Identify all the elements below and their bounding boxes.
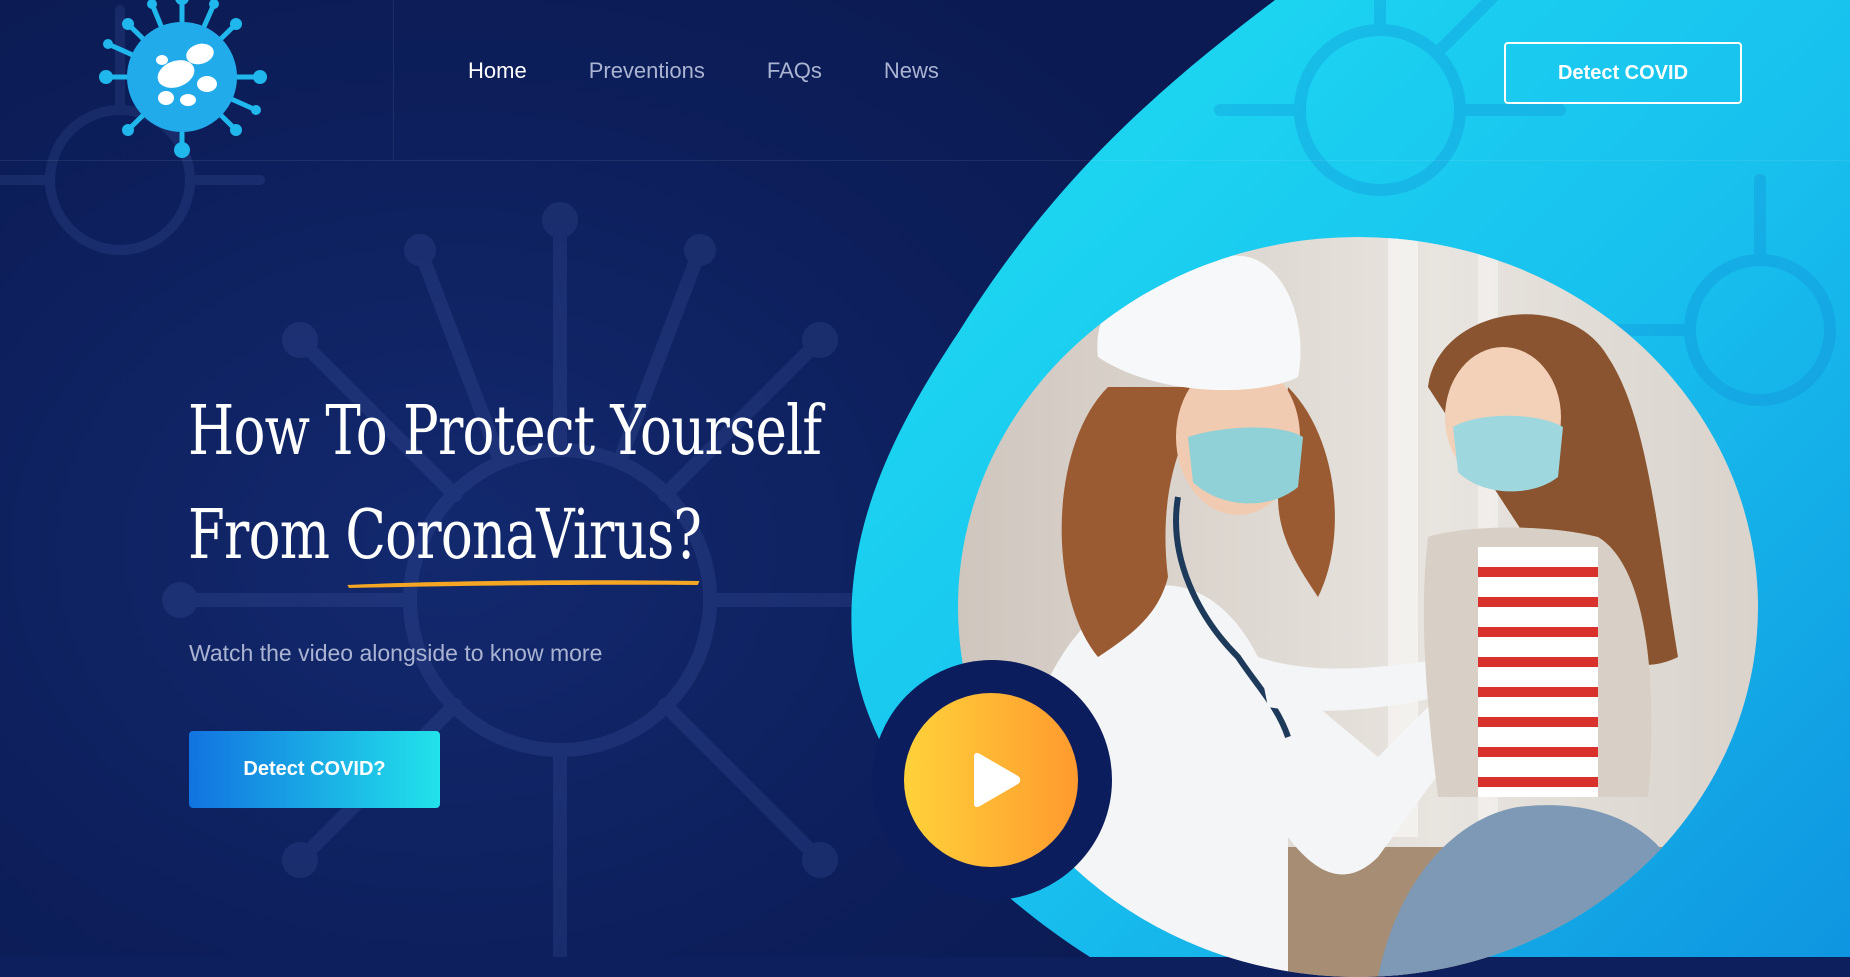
play-icon <box>974 752 1021 808</box>
hero-title-prefix: From <box>188 496 346 575</box>
main-nav: Home Preventions FAQs News <box>468 58 939 84</box>
coronavirus-logo-icon[interactable] <box>92 0 272 162</box>
nav-item-news[interactable]: News <box>884 58 939 84</box>
detect-covid-header-button[interactable]: Detect COVID <box>1504 42 1742 104</box>
brush-underline <box>347 580 700 588</box>
play-video-button[interactable] <box>904 693 1078 867</box>
hero-title: How To Protect Yourself From CoronaVirus… <box>188 380 822 588</box>
hero-title-highlight-text: CoronaVirus? <box>345 496 702 575</box>
hero-photo <box>958 237 1758 977</box>
doctor-child-illustration <box>958 237 1758 977</box>
site-header: Home Preventions FAQs News Detect COVID <box>0 0 1850 161</box>
nav-item-faqs[interactable]: FAQs <box>767 58 822 84</box>
detect-covid-hero-button[interactable]: Detect COVID? <box>189 731 440 808</box>
logo-divider <box>393 0 394 160</box>
hero-title-line-2: From CoronaVirus? <box>188 484 734 588</box>
hero-title-highlight: CoronaVirus? <box>345 484 702 588</box>
nav-item-preventions[interactable]: Preventions <box>589 58 705 84</box>
hero-title-line-1: How To Protect Yourself <box>188 392 822 471</box>
hero-subtitle: Watch the video alongside to know more <box>189 640 603 666</box>
nav-item-home[interactable]: Home <box>468 58 527 84</box>
